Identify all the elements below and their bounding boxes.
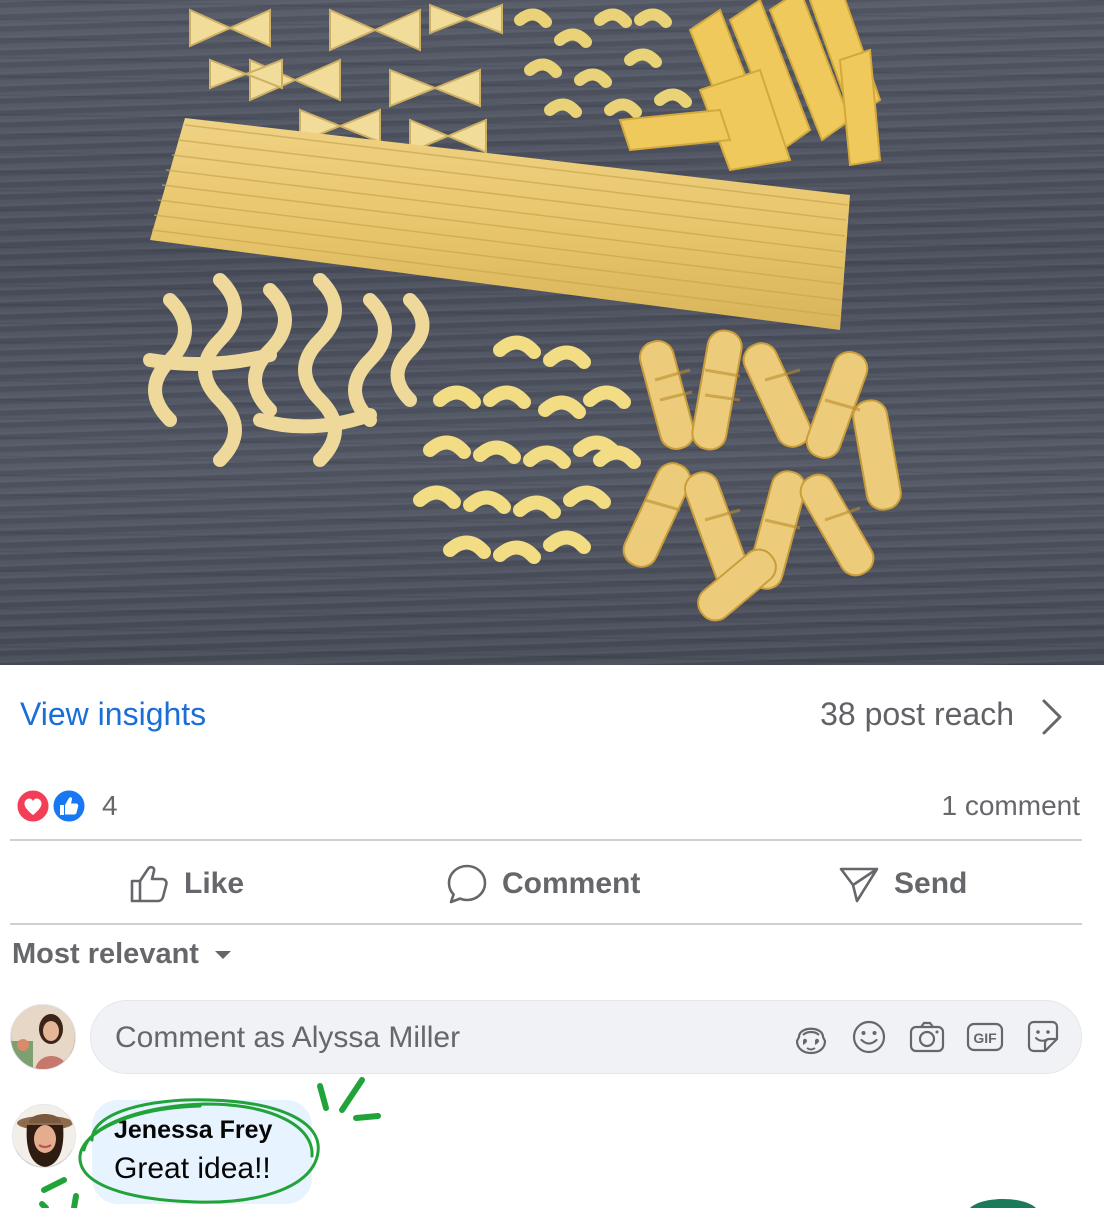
thumbs-up-icon — [130, 865, 168, 903]
comment-button[interactable]: Comment — [446, 860, 640, 908]
send-icon — [839, 867, 879, 903]
avatar-photo — [11, 1005, 75, 1069]
sort-label: Most relevant — [12, 938, 199, 970]
caret-down-icon — [214, 950, 231, 959]
fusilli-pile — [622, 329, 902, 622]
current-user-avatar[interactable] — [10, 1004, 76, 1070]
post-photo[interactable] — [0, 0, 1104, 665]
speech-bubble-icon — [447, 864, 487, 904]
twist-pile — [143, 273, 430, 467]
insights-row: View insights 38 post reach — [0, 688, 1104, 748]
floating-button-edge[interactable] — [968, 1196, 1038, 1208]
avatar-photo — [13, 1105, 75, 1167]
gif-icon[interactable]: GIF — [965, 1017, 1005, 1057]
like-reaction-icon — [50, 787, 88, 825]
like-label: Like — [184, 867, 245, 900]
action-bar: Like Comment Send — [0, 842, 1104, 924]
penne-pile — [618, 0, 882, 172]
comment-label: Comment — [502, 867, 641, 900]
comment-sort-dropdown[interactable]: Most relevant — [12, 938, 233, 971]
chevron-right-icon[interactable] — [1038, 695, 1066, 739]
camera-icon[interactable] — [907, 1017, 947, 1057]
send-label: Send — [894, 867, 968, 900]
svg-text:GIF: GIF — [973, 1030, 997, 1046]
send-button[interactable]: Send — [838, 860, 967, 908]
divider — [10, 923, 1082, 925]
commenter-avatar[interactable] — [12, 1104, 76, 1168]
reaction-icons[interactable] — [14, 786, 94, 826]
comment-text: Great idea!! — [114, 1152, 271, 1185]
emoji-icon[interactable] — [849, 1017, 889, 1057]
comment-count[interactable]: 1 comment — [942, 790, 1081, 822]
pasta-illustration — [143, 0, 902, 622]
sticker-icon[interactable] — [1023, 1017, 1063, 1057]
reaction-count[interactable]: 4 — [102, 790, 118, 822]
comment-composer[interactable]: Comment as Alyssa Miller GIF — [90, 1000, 1082, 1074]
reactions-summary: 4 1 comment — [0, 782, 1104, 830]
comment-input-placeholder[interactable]: Comment as Alyssa Miller — [115, 1021, 460, 1055]
composer-toolbar: GIF — [791, 1017, 1063, 1057]
like-button[interactable]: Like — [128, 860, 244, 908]
comment-bubble[interactable]: Jenessa Frey Great idea!! — [92, 1100, 312, 1204]
comment-author[interactable]: Jenessa Frey — [114, 1116, 272, 1145]
divider — [10, 839, 1082, 841]
macaroni-top — [514, 8, 692, 118]
view-insights-link[interactable]: View insights — [20, 696, 206, 733]
macaroni-pile — [413, 335, 641, 564]
avatar-sticker-icon[interactable] — [791, 1017, 831, 1057]
love-reaction-icon — [14, 787, 52, 825]
post-reach-text[interactable]: 38 post reach — [820, 696, 1014, 733]
